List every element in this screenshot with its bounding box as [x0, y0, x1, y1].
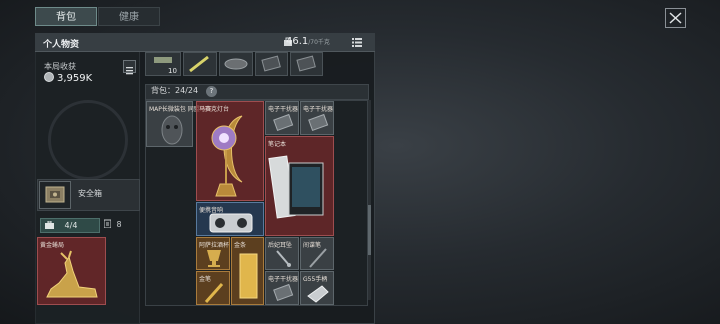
chip-icon	[308, 113, 329, 132]
tab-health[interactable]: 健康	[98, 7, 160, 26]
pen-icon	[309, 248, 327, 268]
item-slot-gold-pen[interactable]: 金笔	[196, 271, 230, 305]
weight-value: 46.1	[286, 36, 309, 47]
loot-value: 3,959K	[57, 73, 93, 84]
item-slot-earring[interactable]: 后妃耳坠	[265, 237, 299, 270]
panel-header: 个人物资 46.1/70千克	[35, 33, 375, 52]
stack-count: 10	[168, 67, 177, 75]
item-slot-gold-statue[interactable]: 黄金蜷局	[37, 237, 106, 305]
strip-slot-4[interactable]	[255, 52, 288, 76]
chip-icon	[296, 55, 316, 72]
slot-count-badge: 4/4	[40, 218, 100, 233]
weight-max: /70千克	[308, 39, 330, 46]
help-button[interactable]: ?	[206, 86, 217, 97]
stick-icon	[189, 55, 209, 73]
weight-readout: 46.1/70千克	[286, 36, 330, 47]
speaker-icon	[209, 213, 253, 233]
coin-icon	[44, 72, 54, 82]
item-slot-controller[interactable]: G55手柄	[300, 271, 334, 305]
item-slot-map[interactable]: MAP长微装包 同盟地图	[146, 101, 212, 147]
item-label: 笔记本	[268, 141, 287, 148]
loot-label: 本局收获	[44, 62, 76, 71]
item-slot-laptop[interactable]: 笔记本	[265, 136, 334, 236]
close-icon	[669, 12, 682, 24]
backpack-label: 背包：24/24	[151, 86, 199, 95]
panel-title: 个人物资	[43, 40, 80, 50]
strip-slot-3[interactable]	[219, 52, 253, 76]
loot-value-row: 3,959K	[44, 72, 92, 84]
list-icon[interactable]	[352, 38, 362, 50]
strip-slot-5[interactable]	[290, 52, 323, 76]
item-slot-gold-bar[interactable]: 金条	[231, 237, 264, 305]
item-slot-jammer-2[interactable]: 电子干扰器	[300, 101, 334, 135]
mask-icon	[161, 115, 183, 145]
faction-emblem	[48, 100, 128, 180]
list-icon	[126, 67, 133, 75]
chip-icon	[261, 55, 281, 72]
slot-count-value: 4/4	[64, 221, 78, 230]
item-label: 黄金蜷局	[40, 242, 65, 249]
safe-box-icon	[45, 186, 65, 203]
gold-bar-icon	[239, 253, 258, 299]
cup-icon	[207, 250, 221, 267]
close-button[interactable]	[665, 8, 686, 28]
loot-details-button[interactable]	[123, 60, 136, 75]
chip-icon	[273, 283, 294, 302]
item-slot-cup[interactable]: 阿萨拉酒杯	[196, 237, 230, 270]
gold-statue-icon	[46, 250, 98, 298]
safe-box-slot[interactable]	[39, 181, 71, 209]
briefcase-icon	[45, 220, 54, 229]
chip-icon	[273, 113, 294, 132]
item-slot-speaker[interactable]: 便携音响	[196, 202, 264, 236]
item-slot-jammer-3[interactable]: 电子干扰器	[265, 271, 299, 305]
item-slot-lamp[interactable]: 马赛克灯台	[196, 101, 264, 201]
safe-box-label: 安全箱	[78, 189, 102, 198]
clipboard-icon	[103, 219, 112, 229]
tape-icon	[224, 58, 248, 70]
item-slot-spy-pen[interactable]: 间谍笔	[300, 237, 334, 270]
strip-slot-2[interactable]	[183, 52, 217, 76]
scrollbar-track[interactable]	[368, 100, 371, 300]
item-slot-jammer-1[interactable]: 电子干扰器	[265, 101, 299, 135]
pen-icon	[204, 283, 224, 303]
item-count-value: 8	[116, 220, 122, 229]
laptop-icon	[268, 155, 324, 219]
tab-backpack[interactable]: 背包	[35, 7, 97, 26]
controller-icon	[307, 285, 329, 303]
item-count-badge: 8	[103, 218, 138, 233]
earring-icon	[276, 250, 291, 267]
lamp-icon	[211, 115, 243, 197]
scrollbar-thumb[interactable]	[368, 205, 371, 255]
